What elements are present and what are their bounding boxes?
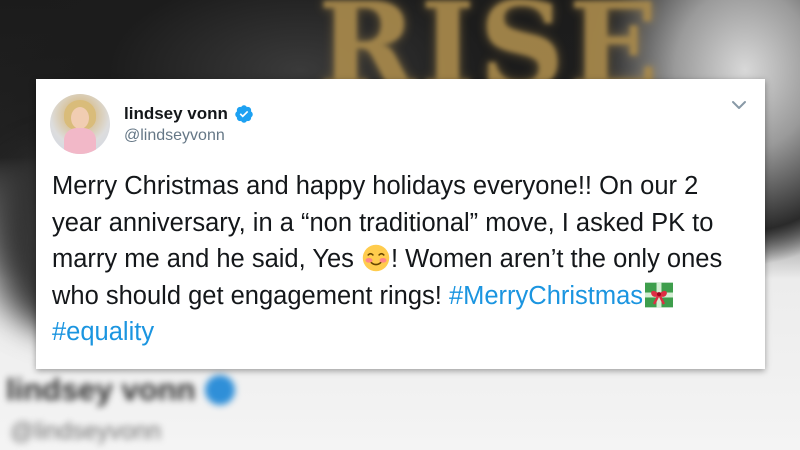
verified-badge-icon bbox=[235, 104, 253, 123]
chevron-down-icon[interactable] bbox=[731, 99, 747, 111]
wrapped-gift-icon bbox=[645, 282, 674, 307]
author-block: lindsey vonn @lindseyvonn bbox=[124, 104, 254, 145]
avatar[interactable] bbox=[50, 94, 110, 154]
display-name[interactable]: lindsey vonn bbox=[124, 104, 228, 124]
tweet-header: lindsey vonn @lindseyvonn bbox=[50, 93, 254, 155]
hashtag-merrychristmas-link[interactable]: #MerryChristmas bbox=[449, 282, 643, 310]
background-blurred-handle: @lindseyvonn bbox=[10, 418, 162, 445]
background-blurred-name: lindsey vonn bbox=[6, 372, 236, 408]
background-verified-icon bbox=[205, 375, 236, 405]
tweet-card: lindsey vonn @lindseyvonn Merry Christma… bbox=[36, 79, 765, 369]
smiling-face-with-blush-icon bbox=[362, 244, 390, 272]
background-blurred-name-text: lindsey vonn bbox=[6, 372, 196, 407]
tweet-text: Merry Christmas and happy holidays every… bbox=[52, 168, 752, 351]
handle[interactable]: @lindseyvonn bbox=[124, 127, 254, 145]
hashtag-equality-link[interactable]: #equality bbox=[52, 318, 154, 346]
